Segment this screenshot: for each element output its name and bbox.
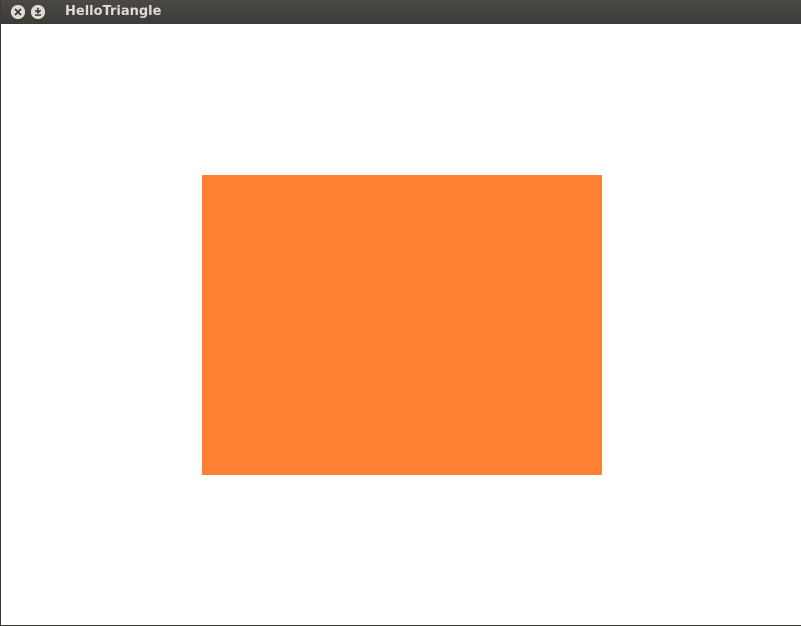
render-canvas[interactable]	[2, 24, 801, 625]
app-window: HelloTriangle	[0, 0, 801, 626]
rendered-quad	[202, 175, 602, 475]
window-title: HelloTriangle	[65, 4, 162, 19]
minimize-icon	[31, 5, 45, 19]
title-bar[interactable]: HelloTriangle	[1, 0, 801, 24]
close-icon	[11, 5, 25, 19]
close-button[interactable]	[11, 5, 25, 19]
minimize-button[interactable]	[31, 5, 45, 19]
